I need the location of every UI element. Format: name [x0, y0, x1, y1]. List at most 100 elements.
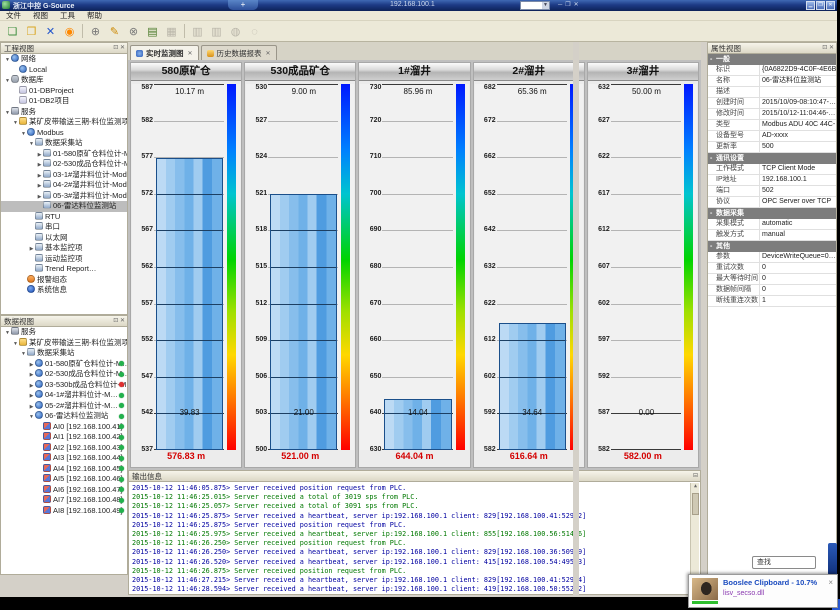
find-input[interactable]: 查找: [752, 556, 816, 569]
properties-section-header[interactable]: 其他: [708, 241, 836, 252]
property-row[interactable]: 协议OPC Server over TCP: [708, 197, 836, 208]
tree-item[interactable]: AI7 [192.168.100.48]: [1, 495, 127, 506]
tree-item[interactable]: 01-DB2项目: [1, 96, 127, 107]
form-list-icon[interactable]: ▤: [144, 23, 161, 40]
tree-item[interactable]: AI6 [192.168.100.47]: [1, 485, 127, 496]
tree-item[interactable]: ▼某矿皮带输送三期-料位监测项目-: [1, 338, 127, 349]
tree-expander[interactable]: ▼: [28, 412, 35, 422]
tree-expander[interactable]: ▶: [36, 171, 43, 181]
tree-expander[interactable]: ▶: [28, 402, 35, 412]
panel-corner-buttons[interactable]: ⊡ ✕: [822, 43, 834, 54]
tree-item[interactable]: AI0 [192.168.100.41]: [1, 422, 127, 433]
tree-item[interactable]: ▼数据采集站: [1, 138, 127, 149]
property-row[interactable]: 参数DeviceWriteQueue=0…: [708, 252, 836, 263]
tab-2[interactable]: 历史数据报表✕: [201, 45, 277, 60]
property-row[interactable]: 类型Modbus ADU 40C 44C-…: [708, 120, 836, 131]
property-row[interactable]: 最大等待时间0: [708, 274, 836, 285]
tree-item[interactable]: ▼数据采集站: [1, 348, 127, 359]
tree-item[interactable]: ▼Modbus: [1, 128, 127, 139]
tree-item[interactable]: ▶05-2#溜井料位计-M…: [1, 401, 127, 412]
tree-item[interactable]: ▶05-3#溜井料位计-Mod…: [1, 191, 127, 202]
menu-item[interactable]: 工具: [54, 10, 81, 21]
menu-item[interactable]: 帮助: [81, 10, 108, 21]
output-corner-button[interactable]: ⊟: [693, 471, 698, 482]
tree-expander[interactable]: ▶: [28, 381, 35, 391]
tree-expander[interactable]: ▼: [4, 76, 11, 86]
property-row[interactable]: 重试次数0: [708, 263, 836, 274]
delete-icon[interactable]: ✕: [42, 23, 59, 40]
tree-expander[interactable]: ▶: [36, 181, 43, 191]
tree-item[interactable]: AI8 [192.168.100.49]: [1, 506, 127, 517]
add-icon[interactable]: ⊕: [87, 23, 104, 40]
menu-item[interactable]: 文件: [0, 10, 27, 21]
property-row[interactable]: 触发方式manual: [708, 230, 836, 241]
tree-expander[interactable]: ▶: [28, 391, 35, 401]
new-config-icon[interactable]: ❏: [4, 23, 21, 40]
tree-item[interactable]: 报警组态: [1, 275, 127, 286]
tree-item[interactable]: ▶基本监控项: [1, 243, 127, 254]
tree-item[interactable]: AI3 [192.168.100.44]: [1, 453, 127, 464]
tree-expander[interactable]: ▼: [4, 328, 11, 338]
tree-expander[interactable]: ▶: [28, 360, 35, 370]
remove-icon[interactable]: ⊗: [125, 23, 142, 40]
property-row[interactable]: IP地址192.168.100.1: [708, 175, 836, 186]
tree-item[interactable]: AI4 [192.168.100.45]: [1, 464, 127, 475]
property-row[interactable]: 端口502: [708, 186, 836, 197]
edit-icon[interactable]: ✎: [106, 23, 123, 40]
tree-item[interactable]: 06-雷达料位监测站: [1, 201, 127, 212]
close-icon[interactable]: ✕: [574, 1, 579, 10]
minimize-icon[interactable]: ─: [558, 1, 562, 10]
properties-section-header[interactable]: 数据采集: [708, 208, 836, 219]
close-icon[interactable]: ✕: [826, 1, 835, 10]
vertical-splitter[interactable]: [573, 42, 579, 597]
tree-expander[interactable]: ▶: [28, 370, 35, 380]
property-row[interactable]: 工作模式TCP Client Mode: [708, 164, 836, 175]
tree-item[interactable]: AI5 [192.168.100.46]: [1, 474, 127, 485]
tree-expander[interactable]: ▼: [20, 349, 27, 359]
tree-expander[interactable]: ▶: [36, 160, 43, 170]
tree-expander[interactable]: ▼: [12, 339, 19, 349]
close-icon[interactable]: ×: [827, 578, 834, 604]
tree-item[interactable]: ▼06-雷达料位监测站: [1, 411, 127, 422]
viewer-tab-plus[interactable]: +: [228, 0, 258, 10]
tree-item[interactable]: ▼服务: [1, 327, 127, 338]
menu-item[interactable]: 视图: [27, 10, 54, 21]
tree-item[interactable]: 串口: [1, 222, 127, 233]
property-row[interactable]: 采集模式automatic: [708, 219, 836, 230]
tree-item[interactable]: 运动监控项: [1, 254, 127, 265]
tab-1[interactable]: 实时监测图✕: [130, 45, 199, 60]
minimize-icon[interactable]: ▁: [806, 1, 815, 10]
tree-item[interactable]: ▼数据库: [1, 75, 127, 86]
panel-corner-buttons[interactable]: ⊡ ✕: [113, 316, 125, 327]
property-row[interactable]: 更新率500: [708, 142, 836, 153]
tree-expander[interactable]: ▼: [20, 129, 27, 139]
property-row[interactable]: 断线重连次数1: [708, 296, 836, 307]
tree-expander[interactable]: ▼: [4, 55, 11, 65]
restore-icon[interactable]: ❐: [816, 1, 825, 10]
tab-close-icon[interactable]: ✕: [188, 50, 193, 57]
tree-item[interactable]: ▼服务: [1, 107, 127, 118]
tree-expander[interactable]: ▶: [36, 150, 43, 160]
panel-corner-buttons[interactable]: ⊡ ✕: [113, 43, 125, 54]
properties-section-header[interactable]: 一般: [708, 54, 836, 65]
properties-section-header[interactable]: 通讯设置: [708, 153, 836, 164]
property-row[interactable]: 数据帧间隔0: [708, 285, 836, 296]
tree-item[interactable]: ▶03-1#溜井料位计-Mod…: [1, 170, 127, 181]
tree-item[interactable]: AI1 [192.168.100.42]: [1, 432, 127, 443]
tree-item[interactable]: Local: [1, 65, 127, 76]
property-row[interactable]: 描述: [708, 87, 836, 98]
tree-item[interactable]: 01-DBProject: [1, 86, 127, 97]
tree-expander[interactable]: ▼: [12, 118, 19, 128]
tree-item[interactable]: ▼网络: [1, 54, 127, 65]
scroll-thumb[interactable]: [692, 493, 699, 515]
tree-item[interactable]: ▶01-580原矿仓料位计-M…: [1, 359, 127, 370]
side-widget-icon[interactable]: [828, 543, 837, 575]
clipboard-toast[interactable]: Booslee Clipboard - 10.7% lisv_secso.dll…: [688, 574, 838, 608]
tree-item[interactable]: 系统信息: [1, 285, 127, 296]
tree-item[interactable]: ▶02-530成品仓料位计-M…: [1, 369, 127, 380]
alarm-icon[interactable]: ◉: [61, 23, 78, 40]
tree-item[interactable]: AI2 [192.168.100.43]: [1, 443, 127, 454]
property-row[interactable]: 名称06-雷达料位监测站: [708, 76, 836, 87]
tree-item[interactable]: Trend Report…: [1, 264, 127, 275]
tree-expander[interactable]: ▶: [36, 192, 43, 202]
